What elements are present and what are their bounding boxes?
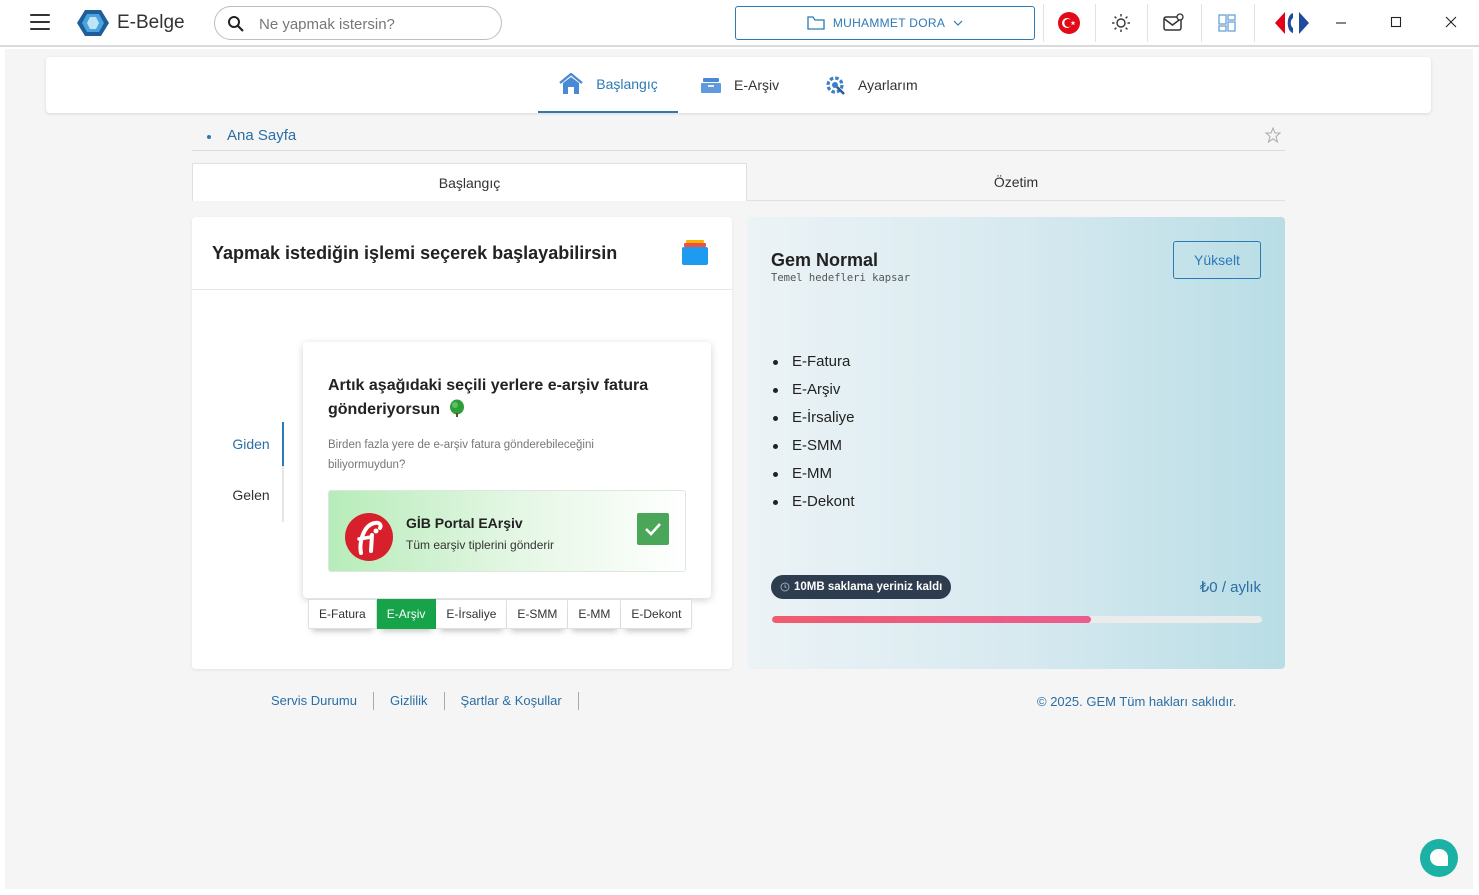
side-tab-giden[interactable]: Giden	[216, 436, 286, 452]
apps-grid-icon[interactable]	[1214, 10, 1240, 36]
plan-name: Gem Normal	[771, 250, 879, 270]
side-tab-gelen[interactable]: Gelen	[216, 487, 286, 503]
gib-logo-icon	[345, 513, 393, 561]
chevron-down-icon	[953, 20, 963, 26]
close-icon[interactable]	[1441, 12, 1461, 32]
nav-tab-e-arsiv[interactable]: E-Arşiv	[700, 57, 800, 113]
clock-icon	[780, 582, 790, 592]
popup-description: Birden fazla yere de e-arşiv fatura gönd…	[328, 439, 594, 471]
nav-tab-label: E-Arşiv	[734, 77, 780, 93]
dashboard-tabs: Başlangıç Özetim	[192, 163, 1285, 201]
footer-link-gizlilik[interactable]: Gizlilik	[374, 692, 445, 710]
carrefour-logo-icon[interactable]	[1272, 10, 1312, 36]
divider	[1201, 4, 1202, 42]
menu-icon[interactable]	[30, 14, 50, 30]
popup-title: Artık aşağıdaki seçili yerlere e-arşiv f…	[328, 377, 649, 418]
feature-item: E-Dekont	[771, 492, 855, 520]
provider-popup: Artık aşağıdaki seçili yerlere e-arşiv f…	[303, 342, 711, 598]
app-brand: E-Belge	[117, 12, 185, 33]
storage-progress-bar	[772, 616, 1262, 623]
user-folder-button[interactable]: MUHAMMET DORA	[735, 6, 1035, 40]
provider-checkbox[interactable]	[637, 513, 669, 545]
turkey-flag-icon[interactable]	[1056, 10, 1082, 36]
chat-button[interactable]	[1420, 839, 1458, 877]
user-name: MUHAMMET DORA	[832, 16, 946, 30]
main-nav: Başlangıç E-Arşiv Ayarlarım	[46, 57, 1431, 113]
feature-item: E-İrsaliye	[771, 408, 855, 436]
maximize-icon[interactable]	[1386, 12, 1406, 32]
chat-bubble-icon	[1430, 849, 1448, 866]
gib-portal-provider[interactable]: GİB Portal EArşiv Tüm earşiv tiplerini g…	[328, 490, 686, 572]
check-icon	[645, 523, 661, 536]
doc-tab-e-dekont[interactable]: E-Dekont	[621, 599, 693, 629]
provider-name: GİB Portal EArşiv	[406, 515, 523, 531]
doc-tab-e-smm[interactable]: E-SMM	[507, 599, 569, 629]
plan-price: ₺0 / aylık	[1199, 579, 1261, 596]
storage-progress-fill	[772, 616, 1091, 623]
footer-link-servis-durumu[interactable]: Servis Durumu	[258, 692, 374, 710]
feature-item: E-SMM	[771, 436, 855, 464]
feature-item: E-Fatura	[771, 352, 855, 380]
breadcrumb: Ana Sayfa	[192, 121, 1285, 151]
nav-tab-baslangic[interactable]: Başlangıç	[538, 57, 678, 113]
tab-ozetim[interactable]: Özetim	[747, 163, 1285, 201]
search-icon	[228, 16, 244, 32]
plan-subtitle: Temel hedefleri kapsar	[771, 272, 911, 284]
search-box[interactable]	[214, 6, 502, 40]
tree-icon	[450, 399, 465, 417]
mail-notification-icon[interactable]	[1160, 10, 1186, 36]
breadcrumb-home-link[interactable]: Ana Sayfa	[227, 127, 296, 144]
feature-item: E-Arşiv	[771, 380, 855, 408]
top-bar: E-Belge MUHAMMET DORA	[0, 0, 1479, 47]
document-type-tabs: E-Fatura E-Arşiv E-İrsaliye E-SMM E-MM E…	[308, 599, 693, 629]
start-card: Yapmak istediğin işlemi seçerek başlayab…	[192, 217, 732, 669]
copyright: © 2025. GEM Tüm hakları saklıdır.	[1037, 694, 1237, 709]
footer-links: Servis Durumu Gizlilik Şartlar & Koşulla…	[258, 692, 579, 710]
minimize-icon[interactable]	[1331, 12, 1351, 32]
start-card-header: Yapmak istediğin işlemi seçerek başlayab…	[192, 217, 732, 290]
folder-icon	[807, 16, 825, 30]
provider-description: Tüm earşiv tiplerini gönderir	[406, 538, 555, 552]
storage-label: 10MB saklama yeriniz kaldı	[794, 581, 943, 593]
storage-badge: 10MB saklama yeriniz kaldı	[771, 575, 952, 599]
archive-icon	[701, 78, 721, 93]
upgrade-button[interactable]: Yükselt	[1173, 241, 1261, 279]
app-logo-icon	[77, 10, 109, 36]
settings-icon	[826, 76, 845, 95]
favorite-star-icon[interactable]	[1265, 127, 1281, 143]
doc-tab-e-irsaliye[interactable]: E-İrsaliye	[436, 599, 508, 629]
divider	[1095, 4, 1096, 42]
doc-tab-e-arsiv[interactable]: E-Arşiv	[376, 599, 437, 629]
side-tab-indicator	[282, 422, 284, 522]
doc-tab-e-mm[interactable]: E-MM	[568, 599, 622, 629]
sun-icon[interactable]	[1108, 10, 1134, 36]
nav-tab-label: Başlangıç	[596, 76, 658, 92]
divider	[1043, 4, 1044, 42]
content-area: Başlangıç E-Arşiv Ayarlarım Ana Sayfa Ba…	[5, 49, 1473, 889]
doc-tab-e-fatura[interactable]: E-Fatura	[308, 599, 377, 629]
tab-baslangic[interactable]: Başlangıç	[192, 163, 747, 201]
footer-link-sartlar[interactable]: Şartlar & Koşullar	[445, 692, 579, 710]
divider	[1147, 4, 1148, 42]
plan-card: Gem Normal Temel hedefleri kapsar Yüksel…	[747, 217, 1285, 669]
feature-item: E-MM	[771, 464, 855, 492]
inbox-stack-icon	[682, 240, 708, 265]
search-input[interactable]	[259, 14, 489, 34]
nav-tab-ayarlarim[interactable]: Ayarlarım	[824, 57, 944, 113]
divider	[1254, 4, 1255, 42]
nav-tab-label: Ayarlarım	[858, 77, 918, 93]
breadcrumb-dot	[207, 135, 211, 139]
start-card-title: Yapmak istediğin işlemi seçerek başlayab…	[212, 243, 618, 263]
home-icon	[559, 72, 584, 94]
plan-features: E-Fatura E-Arşiv E-İrsaliye E-SMM E-MM E…	[771, 352, 855, 520]
